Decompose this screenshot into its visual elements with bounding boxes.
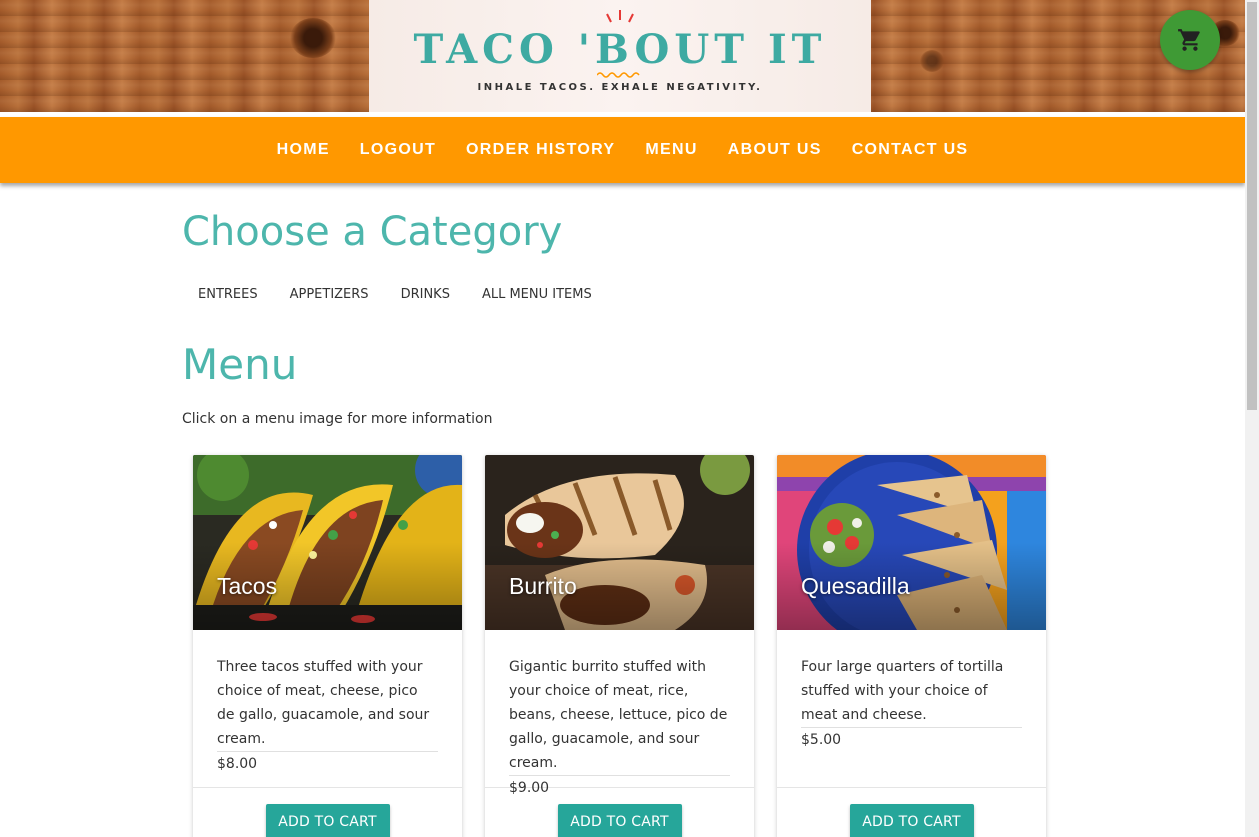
tab-entrees[interactable]: ENTREES bbox=[182, 287, 274, 302]
card-action: ADD TO CART bbox=[193, 787, 462, 837]
menu-card-burrito: Burrito Gigantic burrito stuffed with yo… bbox=[485, 455, 754, 837]
menu-card-quesadilla: Quesadilla Four large quarters of tortil… bbox=[777, 455, 1046, 837]
page-scrollbar[interactable] bbox=[1245, 0, 1259, 837]
logo[interactable]: TACO 'BOUT IT INHALE TACOS. EXHALE NEGAT… bbox=[369, 0, 871, 112]
card-action: ADD TO CART bbox=[777, 787, 1046, 837]
add-to-cart-button[interactable]: ADD TO CART bbox=[265, 804, 390, 837]
menu-image-burrito[interactable]: Burrito bbox=[485, 455, 754, 630]
menu-image-tacos[interactable]: Tacos bbox=[193, 455, 462, 630]
tab-drinks[interactable]: DRINKS bbox=[385, 287, 466, 302]
add-to-cart-button[interactable]: ADD TO CART bbox=[557, 804, 682, 837]
card-price: $5.00 bbox=[801, 732, 842, 748]
nav-logout[interactable]: LOGOUT bbox=[345, 141, 451, 159]
nav-about-us[interactable]: ABOUT US bbox=[713, 141, 837, 159]
card-price: $8.00 bbox=[217, 756, 258, 772]
wood-knot bbox=[920, 50, 944, 72]
card-title: Tacos bbox=[217, 573, 278, 599]
image-shade bbox=[485, 455, 754, 630]
card-description: Three tacos stuffed with your choice of … bbox=[217, 655, 438, 752]
add-to-cart-button[interactable]: ADD TO CART bbox=[849, 804, 974, 837]
nav-menu[interactable]: MENU bbox=[630, 141, 712, 159]
logo-tagline: INHALE TACOS. EXHALE NEGATIVITY. bbox=[477, 82, 763, 93]
card-description: Gigantic burrito stuffed with your choic… bbox=[509, 655, 730, 776]
card-title: Quesadilla bbox=[801, 573, 910, 599]
menu-info-text: Click on a menu image for more informati… bbox=[182, 411, 493, 427]
logo-title: TACO 'BOUT IT bbox=[413, 26, 827, 73]
category-tabs: ENTREES APPETIZERS DRINKS ALL MENU ITEMS bbox=[182, 287, 608, 302]
image-shade bbox=[777, 455, 1046, 630]
category-heading: Choose a Category bbox=[182, 209, 563, 255]
wood-knot bbox=[290, 18, 336, 58]
wave-icon bbox=[597, 72, 640, 78]
tab-appetizers[interactable]: APPETIZERS bbox=[274, 287, 385, 302]
cart-button[interactable] bbox=[1160, 10, 1220, 70]
image-shade bbox=[193, 455, 462, 630]
menu-image-quesadilla[interactable]: Quesadilla bbox=[777, 455, 1046, 630]
nav-contact-us[interactable]: CONTACT US bbox=[837, 141, 984, 159]
menu-card-tacos: Tacos Three tacos stuffed with your choi… bbox=[193, 455, 462, 837]
card-body: Four large quarters of tortilla stuffed … bbox=[777, 630, 1046, 787]
site-header: TACO 'BOUT IT INHALE TACOS. EXHALE NEGAT… bbox=[0, 0, 1245, 112]
cart-icon bbox=[1178, 29, 1200, 51]
card-body: Gigantic burrito stuffed with your choic… bbox=[485, 630, 754, 796]
sun-rays-icon bbox=[606, 10, 634, 23]
card-body: Three tacos stuffed with your choice of … bbox=[193, 630, 462, 787]
card-title: Burrito bbox=[509, 573, 577, 599]
nav-order-history[interactable]: ORDER HISTORY bbox=[451, 141, 630, 159]
card-description: Four large quarters of tortilla stuffed … bbox=[801, 655, 1022, 728]
main-nav: HOME LOGOUT ORDER HISTORY MENU ABOUT US … bbox=[0, 117, 1245, 183]
tab-all-menu-items[interactable]: ALL MENU ITEMS bbox=[466, 287, 608, 302]
scrollbar-thumb[interactable] bbox=[1247, 2, 1257, 410]
menu-heading: Menu bbox=[182, 340, 298, 389]
nav-home[interactable]: HOME bbox=[262, 141, 345, 159]
